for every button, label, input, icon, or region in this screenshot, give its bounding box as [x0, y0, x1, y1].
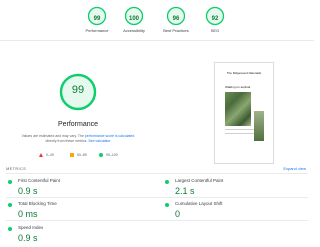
metric-label: Cumulative Layout Shift	[175, 201, 223, 206]
metric-value: 0	[175, 209, 181, 219]
metric-value: 2.1 s	[175, 186, 195, 196]
metric-label: First Contentful Paint	[18, 178, 61, 183]
legend-average: 50–89	[70, 153, 87, 158]
metrics-divider	[6, 173, 308, 174]
screenshot-site-title: The Ridgewood Naturalist	[226, 71, 262, 75]
performance-title: Performance	[57, 121, 99, 128]
metric-label: Total Blocking Time	[18, 201, 57, 206]
metric-value: 0.9 s	[18, 186, 38, 196]
performance-score: 99	[71, 84, 85, 96]
score-note: Values are estimated and may vary. The p…	[12, 134, 144, 144]
pass-circle-icon	[8, 180, 12, 184]
pass-circle-icon	[165, 203, 169, 207]
screenshot-subtitle: Walking on asphalt	[225, 85, 251, 89]
gauge-label: SEO	[210, 28, 220, 33]
triangle-icon	[39, 153, 43, 158]
metric-label: Speed Index	[18, 225, 44, 230]
score-legend: 0–49 50–89 90–100	[31, 153, 127, 159]
gauge-score: 92	[211, 16, 219, 22]
metrics-divider	[6, 197, 308, 198]
pass-circle-icon	[8, 203, 12, 207]
page-screenshot[interactable]: The Ridgewood Naturalist Walking on asph…	[214, 62, 274, 164]
gauge-seo[interactable]: 92 SEO	[185, 6, 245, 33]
screenshot-photo	[225, 92, 251, 126]
legend-fail: 0–49	[39, 153, 54, 158]
note-text-2: directly from these metrics.	[45, 139, 88, 143]
metric-value: 0 ms	[18, 209, 38, 219]
legend-range: 90–100	[106, 153, 118, 157]
note-text: Values are estimated and may vary. The	[21, 134, 84, 138]
metrics-header: METRICS	[6, 166, 27, 171]
legend-pass: 90–100	[99, 153, 118, 158]
legend-range: 50–89	[77, 153, 87, 157]
screenshot-photo-2	[254, 111, 264, 141]
screenshot-header	[215, 63, 273, 68]
expand-view-button[interactable]: Expand view	[283, 166, 306, 171]
metric-value: 0.9 s	[18, 233, 38, 243]
pass-circle-icon	[165, 180, 169, 184]
square-icon	[70, 153, 74, 158]
calculator-link[interactable]: See calculator	[88, 139, 110, 143]
pass-circle-icon	[8, 227, 12, 231]
circle-icon	[99, 153, 103, 158]
metrics-divider	[6, 220, 308, 221]
summary-divider	[0, 40, 314, 41]
metric-label: Largest Contentful Paint	[175, 178, 224, 183]
score-calculation-link[interactable]: performance score is calculated	[85, 134, 134, 138]
legend-range: 0–49	[46, 153, 54, 157]
score-summary: 99 Performance 100 Accessibility 96 Best…	[0, 0, 314, 44]
